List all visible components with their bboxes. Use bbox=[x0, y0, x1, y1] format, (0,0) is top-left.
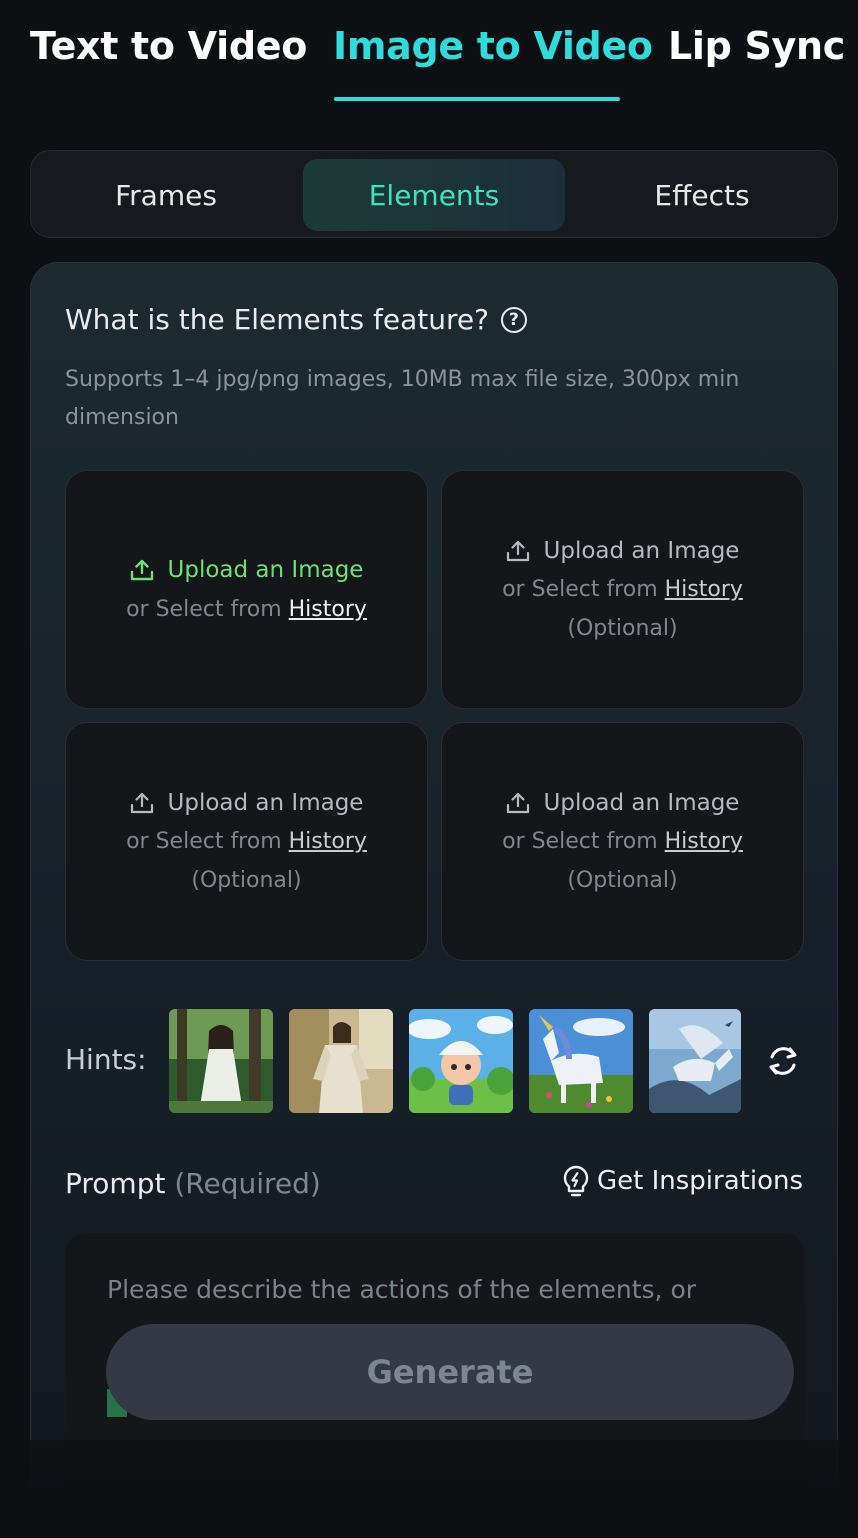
generate-button[interactable]: Generate bbox=[106, 1324, 794, 1420]
upload-label: Upload an Image bbox=[543, 537, 740, 564]
segment-frames[interactable]: Frames bbox=[35, 159, 297, 231]
feature-title[interactable]: What is the Elements feature? ? bbox=[65, 303, 527, 336]
hint-thumb-unicorn[interactable] bbox=[529, 1009, 633, 1113]
prompt-placeholder: Please describe the actions of the eleme… bbox=[107, 1275, 697, 1304]
page: Text to Video Image to Video Lip Sync Fr… bbox=[0, 0, 858, 1538]
segment-elements[interactable]: Elements bbox=[303, 159, 565, 231]
select-prefix: or Select from bbox=[126, 596, 289, 622]
refresh-icon[interactable] bbox=[765, 1043, 801, 1079]
question-circle-icon[interactable]: ? bbox=[500, 306, 527, 333]
optional-label: (Optional) bbox=[567, 868, 678, 893]
upload-icon bbox=[130, 559, 153, 581]
upload-icon bbox=[130, 792, 153, 813]
optional-label: (Optional) bbox=[191, 868, 302, 893]
upload-slot-1[interactable]: Upload an Image or Select from History bbox=[65, 470, 428, 709]
upload-label: Upload an Image bbox=[167, 557, 364, 583]
upload-icon bbox=[506, 540, 529, 561]
upload-slot-4[interactable]: Upload an Image or Select from History (… bbox=[441, 722, 804, 961]
history-link[interactable]: History bbox=[289, 597, 367, 622]
history-link[interactable]: History bbox=[289, 829, 367, 854]
history-link[interactable]: History bbox=[665, 577, 743, 602]
tab-image-to-video[interactable]: Image to Video bbox=[333, 24, 653, 68]
tab-lip-sync[interactable]: Lip Sync bbox=[668, 24, 845, 68]
history-link[interactable]: History bbox=[665, 829, 743, 854]
get-inspirations-label: Get Inspirations bbox=[597, 1166, 803, 1196]
segment-effects[interactable]: Effects bbox=[571, 159, 833, 231]
upload-slot-3[interactable]: Upload an Image or Select from History (… bbox=[65, 722, 428, 961]
lightbulb-icon bbox=[563, 1165, 589, 1197]
prompt-required: (Required) bbox=[174, 1167, 321, 1200]
upload-icon bbox=[506, 792, 529, 813]
prompt-label-text: Prompt bbox=[65, 1167, 166, 1200]
select-prefix: or Select from bbox=[502, 829, 665, 854]
tab-text-to-video[interactable]: Text to Video bbox=[30, 24, 307, 68]
feature-title-text: What is the Elements feature? bbox=[65, 303, 489, 336]
active-tab-indicator bbox=[334, 97, 620, 101]
upload-label: Upload an Image bbox=[543, 789, 740, 816]
upload-slot-2[interactable]: Upload an Image or Select from History (… bbox=[441, 470, 804, 709]
hint-thumb-woman-linen[interactable] bbox=[289, 1009, 393, 1113]
hints-label: Hints: bbox=[65, 1043, 147, 1076]
upload-label: Upload an Image bbox=[167, 789, 364, 816]
mode-segmented-control: Frames Elements Effects bbox=[30, 150, 838, 238]
optional-label: (Optional) bbox=[567, 616, 678, 641]
bottom-fade bbox=[0, 1440, 858, 1538]
get-inspirations-button[interactable]: Get Inspirations bbox=[561, 1165, 803, 1197]
prompt-label: Prompt (Required) bbox=[65, 1167, 321, 1200]
hint-thumb-pegasus[interactable] bbox=[649, 1009, 741, 1113]
hint-thumb-cartoon-kid[interactable] bbox=[409, 1009, 513, 1113]
top-tab-bar: Text to Video Image to Video Lip Sync bbox=[0, 0, 858, 110]
select-prefix: or Select from bbox=[502, 577, 665, 602]
select-prefix: or Select from bbox=[126, 829, 289, 854]
feature-description: Supports 1–4 jpg/png images, 10MB max fi… bbox=[65, 367, 740, 430]
hint-thumb-forest-woman[interactable] bbox=[169, 1009, 273, 1113]
